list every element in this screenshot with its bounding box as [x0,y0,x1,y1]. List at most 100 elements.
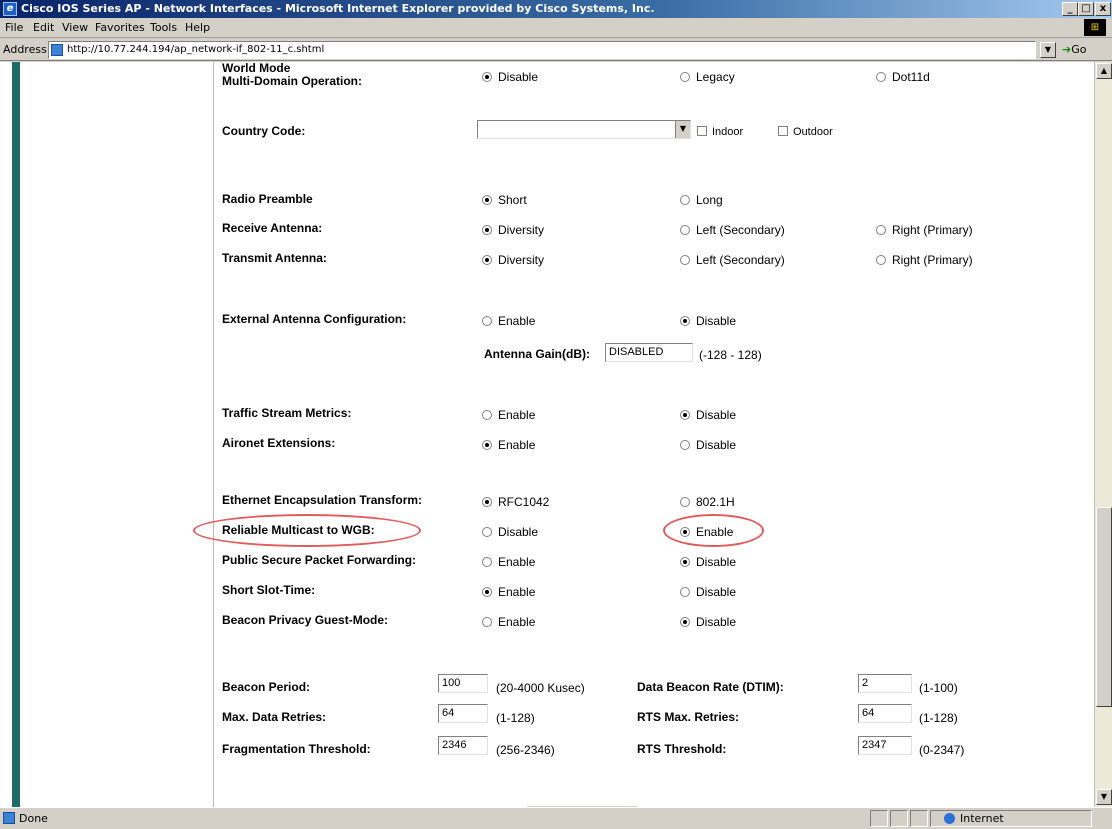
outdoor-checkbox[interactable]: Outdoor [778,126,833,138]
option-label: Disable [696,555,737,569]
radio-preamble-label: Radio Preamble [222,192,313,206]
max-retries-input[interactable]: 64 [438,704,488,723]
radio-icon [680,72,690,82]
radio-selected-icon [482,255,492,265]
option-label: Short [498,193,527,207]
world-mode-label: World Mode Multi-Domain Operation: [222,62,362,88]
country-code-select[interactable]: ▼ [477,120,691,139]
address-bar: Address http://10.77.244.194/ap_network-… [0,39,1112,61]
short-slot-enable-radio[interactable]: Enable [482,585,535,599]
radio-selected-icon [680,527,690,537]
traffic-stream-disable-radio[interactable]: Disable [680,408,736,422]
beacon-period-input[interactable]: 100 [438,674,488,693]
pspf-enable-radio[interactable]: Enable [482,555,535,569]
transmit-left-radio[interactable]: Left (Secondary) [680,253,785,267]
antenna-gain-input[interactable]: DISABLED [605,343,693,362]
world-mode-label-line2: Multi-Domain Operation: [222,74,362,88]
receive-left-radio[interactable]: Left (Secondary) [680,223,785,237]
option-label: Enable [696,525,734,539]
status-cell [910,810,928,827]
beacon-privacy-enable-radio[interactable]: Enable [482,615,535,629]
world-mode-legacy-radio[interactable]: Legacy [680,70,735,84]
radio-icon [482,527,492,537]
max-retries-label: Max. Data Retries: [222,710,327,724]
scrollbar-thumb[interactable] [1096,507,1112,707]
rts-threshold-input[interactable]: 2347 [858,736,912,755]
menu-tools[interactable]: Tools [150,21,177,34]
address-dropdown-arrow-icon[interactable]: ▼ [1040,42,1056,58]
close-button[interactable]: x [1095,2,1111,16]
status-bar: Done Internet [0,807,1112,829]
address-label: Address [3,43,47,56]
menu-favorites[interactable]: Favorites [95,21,145,34]
checkbox-label: Indoor [712,126,744,138]
option-label: Disable [696,408,737,422]
transmit-right-radio[interactable]: Right (Primary) [876,253,973,267]
encap-rfc1042-radio[interactable]: RFC1042 [482,495,549,509]
option-label: RFC1042 [498,495,550,509]
receive-diversity-radio[interactable]: Diversity [482,223,544,237]
address-input[interactable]: http://10.77.244.194/ap_network-if_802-1… [48,41,1036,59]
maximize-button[interactable]: □ [1078,2,1094,16]
radio-selected-icon [680,410,690,420]
page-viewport: World Mode Multi-Domain Operation: Disab… [0,62,1094,807]
rts-retries-input[interactable]: 64 [858,704,912,723]
radio-selected-icon [482,497,492,507]
reliable-multicast-enable-radio[interactable]: Enable [680,525,733,539]
radio-icon [680,255,690,265]
scroll-up-icon[interactable]: ▲ [1096,63,1112,79]
radio-selected-icon [482,72,492,82]
vertical-scrollbar[interactable]: ▲ ▼ [1094,62,1112,807]
radio-icon [876,72,886,82]
preamble-short-radio[interactable]: Short [482,193,527,207]
frag-threshold-range: (256-2346) [496,743,555,757]
left-margin [0,62,12,807]
go-button[interactable]: ➔Go [1062,43,1086,56]
reliable-multicast-disable-radio[interactable]: Disable [482,525,538,539]
short-slot-disable-radio[interactable]: Disable [680,585,736,599]
external-antenna-disable-radio[interactable]: Disable [680,314,736,328]
traffic-stream-label: Traffic Stream Metrics: [222,406,352,420]
frag-threshold-input[interactable]: 2346 [438,736,488,755]
option-label: Diversity [498,253,545,267]
preamble-long-radio[interactable]: Long [680,193,723,207]
minimize-button[interactable]: _ [1062,2,1078,16]
menu-help[interactable]: Help [185,21,210,34]
window-title-bar: e Cisco IOS Series AP - Network Interfac… [0,0,1112,18]
menu-edit[interactable]: Edit [33,21,54,34]
antenna-gain-label: Antenna Gain(dB): [484,347,590,361]
go-arrow-icon: ➔ [1062,43,1072,56]
transmit-diversity-radio[interactable]: Diversity [482,253,544,267]
zone-text: Internet [960,812,1004,825]
encap-8021h-radio[interactable]: 802.1H [680,495,735,509]
scroll-down-icon[interactable]: ▼ [1096,789,1112,805]
traffic-stream-enable-radio[interactable]: Enable [482,408,535,422]
beacon-privacy-disable-radio[interactable]: Disable [680,615,736,629]
window-title: Cisco IOS Series AP - Network Interfaces… [21,2,655,15]
aironet-enable-radio[interactable]: Enable [482,438,535,452]
dtim-label: Data Beacon Rate (DTIM): [637,680,784,694]
radio-icon [680,440,690,450]
aironet-disable-radio[interactable]: Disable [680,438,736,452]
navigation-bar [12,62,20,807]
pspf-label: Public Secure Packet Forwarding: [222,553,417,567]
dtim-input[interactable]: 2 [858,674,912,693]
menu-file[interactable]: File [5,21,23,34]
checkbox-icon [697,126,707,136]
world-mode-disable-radio[interactable]: Disable [482,70,538,84]
option-label: Disable [696,438,737,452]
option-label: Enable [498,438,536,452]
world-mode-dot11d-radio[interactable]: Dot11d [876,70,930,84]
radio-icon [482,557,492,567]
status-cell [870,810,888,827]
receive-right-radio[interactable]: Right (Primary) [876,223,973,237]
menu-view[interactable]: View [62,21,88,34]
option-label: Left (Secondary) [696,223,785,237]
pspf-disable-radio[interactable]: Disable [680,555,736,569]
external-antenna-enable-radio[interactable]: Enable [482,314,535,328]
radio-icon [482,617,492,627]
page-done-icon [3,812,15,824]
option-label: Disable [498,525,539,539]
indoor-checkbox[interactable]: Indoor [697,126,743,138]
radio-icon [680,497,690,507]
